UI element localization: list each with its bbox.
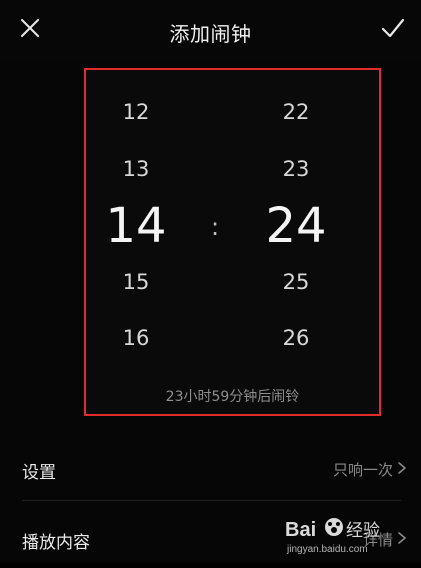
- hour-option[interactable]: 15: [86, 270, 186, 294]
- minute-wheel[interactable]: 22 23 24 25 26: [246, 70, 346, 414]
- playback-row[interactable]: 播放内容 详情: [0, 508, 421, 568]
- page-title: 添加闹钟: [169, 22, 252, 46]
- selected-hour[interactable]: 14: [86, 200, 186, 252]
- chevron-right-icon: [397, 531, 407, 549]
- settings-row[interactable]: 设置 只响一次: [0, 438, 421, 498]
- playback-label: 播放内容: [22, 533, 90, 553]
- hour-option[interactable]: 12: [86, 100, 186, 124]
- settings-value: 只响一次: [333, 459, 407, 480]
- minute-option[interactable]: 26: [246, 326, 346, 350]
- minute-option[interactable]: 23: [246, 157, 346, 181]
- minute-option[interactable]: 22: [246, 100, 346, 124]
- header-bar: 添加闹钟: [0, 0, 421, 62]
- repeat-value: 只响一次: [332, 461, 393, 479]
- time-picker: 12 13 14 15 16 : 22 23 24 25 26 23小时59分钟…: [84, 68, 381, 416]
- confirm-button[interactable]: [375, 12, 411, 48]
- check-icon: [380, 17, 406, 43]
- alarm-add-screen: 添加闹钟 12 13 14 15 16 : 22 23 24 25 26 23小…: [0, 0, 421, 562]
- time-separator: :: [210, 213, 220, 241]
- selected-minute[interactable]: 24: [246, 200, 346, 252]
- settings-label: 设置: [22, 463, 56, 483]
- playback-detail: 详情: [362, 531, 393, 549]
- remaining-time-text: 23小时59分钟后闹铃: [165, 389, 300, 405]
- hour-option[interactable]: 16: [86, 326, 186, 350]
- row-divider: [22, 500, 401, 501]
- hour-wheel[interactable]: 12 13 14 15 16: [86, 70, 186, 414]
- minute-option[interactable]: 25: [246, 270, 346, 294]
- hour-option[interactable]: 13: [86, 157, 186, 181]
- chevron-right-icon: [397, 461, 407, 479]
- playback-value: 详情: [363, 529, 407, 550]
